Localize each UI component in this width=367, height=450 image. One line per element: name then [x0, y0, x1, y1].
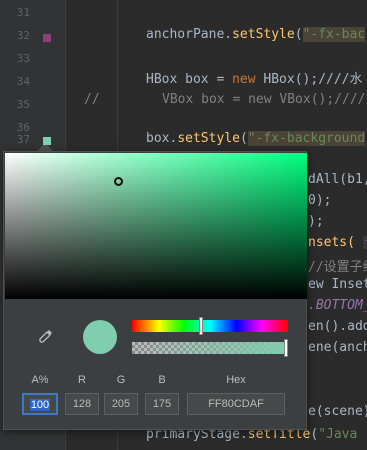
code-token: anchorPane.	[146, 27, 233, 42]
code-line-48[interactable]: e(scene)	[308, 404, 367, 419]
color-preview-circle	[83, 320, 117, 354]
code-token: HBox box =	[146, 72, 233, 87]
alpha-label: A%	[31, 374, 49, 386]
hue-slider-thumb[interactable]	[199, 317, 203, 335]
alpha-slider-thumb[interactable]	[284, 339, 288, 357]
hex-label: Hex	[226, 374, 246, 386]
code-line-35-comment[interactable]: VBox box = new VBox();////	[162, 92, 366, 107]
code-line-41[interactable]: nsets( t	[308, 235, 367, 250]
red-label: R	[78, 374, 86, 386]
code-token: (	[239, 131, 248, 146]
line-number: 34	[16, 75, 30, 88]
blue-input[interactable]: 175	[145, 393, 179, 415]
code-token: setStyle	[232, 27, 295, 42]
code-line-44[interactable]: .BOTTOM_	[308, 298, 367, 313]
code-line-32[interactable]: anchorPane.setStyle("-fx-bac	[146, 27, 366, 42]
line-number: 32	[16, 29, 30, 42]
code-line-34[interactable]: HBox box = new HBox();////水	[146, 68, 363, 87]
code-token: "Java	[318, 427, 358, 442]
line-number: 35	[16, 98, 30, 111]
code-line-37[interactable]: box.setStyle("-fx-background	[146, 131, 366, 146]
color-picker-popup: A% R G B Hex 100 128 205 175 FF80CDAF	[3, 151, 307, 430]
alpha-slider[interactable]	[132, 342, 288, 354]
code-line-39[interactable]: 0);	[308, 193, 331, 208]
eyedropper-icon[interactable]	[38, 328, 54, 344]
code-token: "-fx-background	[247, 131, 366, 146]
code-token: //	[84, 92, 100, 107]
code-line-35[interactable]: //	[84, 92, 100, 107]
code-token: HBox();////水	[255, 72, 363, 87]
green-label: G	[116, 374, 126, 386]
code-token: box.	[146, 131, 178, 146]
alpha-input[interactable]: 100	[22, 393, 58, 415]
code-token: new	[232, 72, 256, 87]
color-swatch-icon[interactable]	[43, 137, 51, 145]
code-line-38[interactable]: dAll(b1,	[308, 172, 367, 187]
color-swatch-icon[interactable]	[43, 34, 51, 42]
code-token: setStyle	[177, 131, 240, 146]
saturation-brightness-area[interactable]	[5, 153, 307, 299]
red-input[interactable]: 128	[65, 393, 99, 415]
code-token: nsets(	[308, 235, 355, 250]
blue-label: B	[158, 374, 166, 386]
line-number: 31	[16, 6, 30, 19]
code-line-45[interactable]: en().add	[308, 319, 367, 334]
line-number: 33	[16, 52, 30, 65]
code-line-40[interactable]: );	[308, 214, 324, 229]
green-input[interactable]: 205	[104, 393, 138, 415]
line-number: 37	[16, 133, 30, 146]
code-line-46[interactable]: ene(anch	[308, 340, 367, 355]
hex-input[interactable]: FF80CDAF	[187, 393, 285, 415]
code-token: "-fx-bac	[302, 27, 366, 42]
code-line-43[interactable]: ew Inset	[308, 277, 367, 292]
saturation-brightness-handle[interactable]	[114, 177, 123, 186]
hue-slider[interactable]	[132, 320, 288, 332]
parameter-hint: t	[362, 236, 367, 249]
code-token: (	[294, 27, 303, 42]
alpha-value: 100	[29, 399, 51, 411]
code-line-42[interactable]: //设置子组	[308, 256, 367, 275]
